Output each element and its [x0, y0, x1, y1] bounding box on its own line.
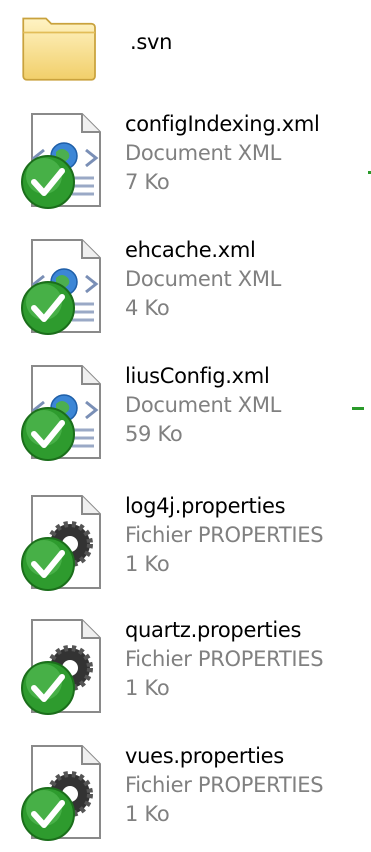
file-item[interactable]: quartz.properties Fichier PROPERTIES 1 K…	[0, 616, 371, 716]
file-type: Fichier PROPERTIES	[125, 773, 324, 797]
svn-ok-check-icon	[21, 537, 75, 591]
file-name: ehcache.xml	[125, 238, 256, 262]
file-item[interactable]: ehcache.xml Document XML 4 Ko	[0, 236, 371, 336]
file-meta: log4j.properties Fichier PROPERTIES 1 Ko	[125, 492, 324, 579]
file-meta: liusConfig.xml Document XML 59 Ko	[125, 362, 281, 449]
file-type: Document XML	[125, 141, 282, 165]
file-item[interactable]: log4j.properties Fichier PROPERTIES 1 Ko	[0, 492, 371, 592]
properties-file-icon	[21, 619, 101, 715]
file-size: 4 Ko	[125, 296, 170, 320]
properties-file-icon	[21, 745, 101, 841]
file-name: liusConfig.xml	[125, 364, 270, 388]
properties-file-icon	[21, 495, 101, 591]
svn-ok-check-icon	[21, 407, 75, 461]
xml-document-icon	[21, 239, 101, 335]
file-type: Fichier PROPERTIES	[125, 523, 324, 547]
file-size: 59 Ko	[125, 422, 183, 446]
folder-name: .svn	[130, 30, 173, 54]
svn-ok-check-icon	[21, 281, 75, 335]
tree-connector-mark	[352, 407, 364, 410]
file-size: 1 Ko	[125, 676, 170, 700]
svn-ok-check-icon	[21, 155, 75, 209]
xml-document-icon	[21, 365, 101, 461]
file-size: 1 Ko	[125, 802, 170, 826]
file-type: Document XML	[125, 393, 282, 417]
file-name: vues.properties	[125, 744, 284, 768]
file-meta: quartz.properties Fichier PROPERTIES 1 K…	[125, 616, 324, 703]
file-size: 1 Ko	[125, 552, 170, 576]
svn-ok-check-icon	[21, 661, 75, 715]
svn-ok-check-icon	[21, 787, 75, 841]
folder-icon	[22, 17, 96, 81]
file-item[interactable]: configIndexing.xml Document XML 7 Ko	[0, 110, 371, 210]
file-meta: configIndexing.xml Document XML 7 Ko	[125, 110, 320, 197]
file-meta: ehcache.xml Document XML 4 Ko	[125, 236, 281, 323]
file-name: log4j.properties	[125, 494, 286, 518]
file-name: quartz.properties	[125, 618, 302, 642]
xml-document-icon	[21, 113, 101, 209]
file-item[interactable]: vues.properties Fichier PROPERTIES 1 Ko	[0, 742, 371, 842]
folder-item-svn[interactable]: .svn	[0, 0, 371, 100]
file-type: Fichier PROPERTIES	[125, 647, 324, 671]
file-item[interactable]: liusConfig.xml Document XML 59 Ko	[0, 362, 371, 462]
file-type: Document XML	[125, 267, 282, 291]
file-meta: vues.properties Fichier PROPERTIES 1 Ko	[125, 742, 324, 829]
file-size: 7 Ko	[125, 170, 170, 194]
file-name: configIndexing.xml	[125, 112, 320, 136]
